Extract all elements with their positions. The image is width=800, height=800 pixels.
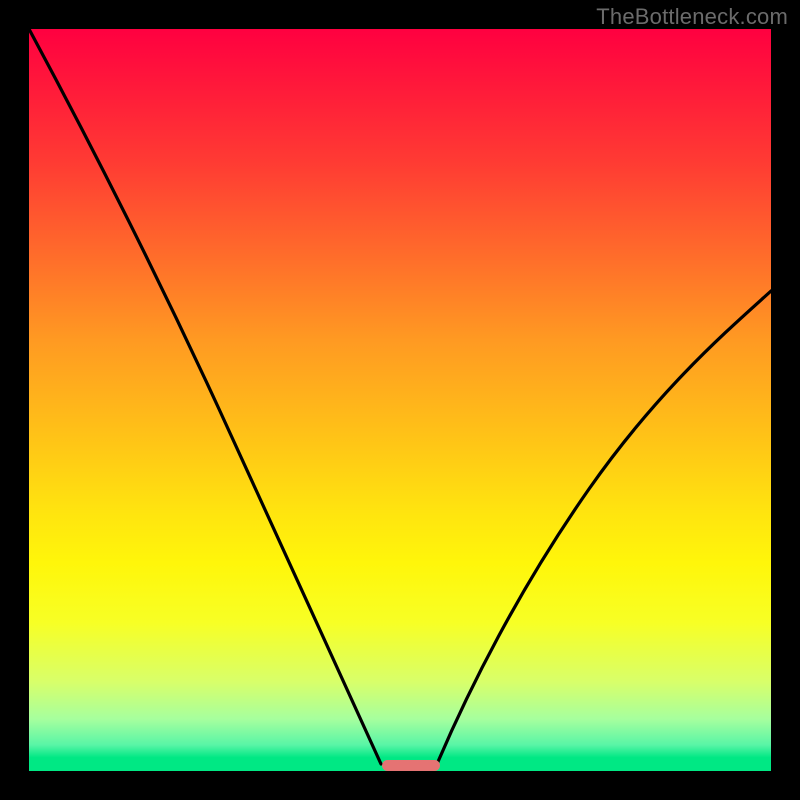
chart-frame: TheBottleneck.com: [0, 0, 800, 800]
left-curve: [29, 29, 381, 764]
plot-area: [29, 29, 771, 771]
watermark-text: TheBottleneck.com: [596, 4, 788, 30]
right-curve: [437, 291, 771, 764]
curve-layer: [29, 29, 771, 771]
optimal-marker: [382, 760, 440, 771]
